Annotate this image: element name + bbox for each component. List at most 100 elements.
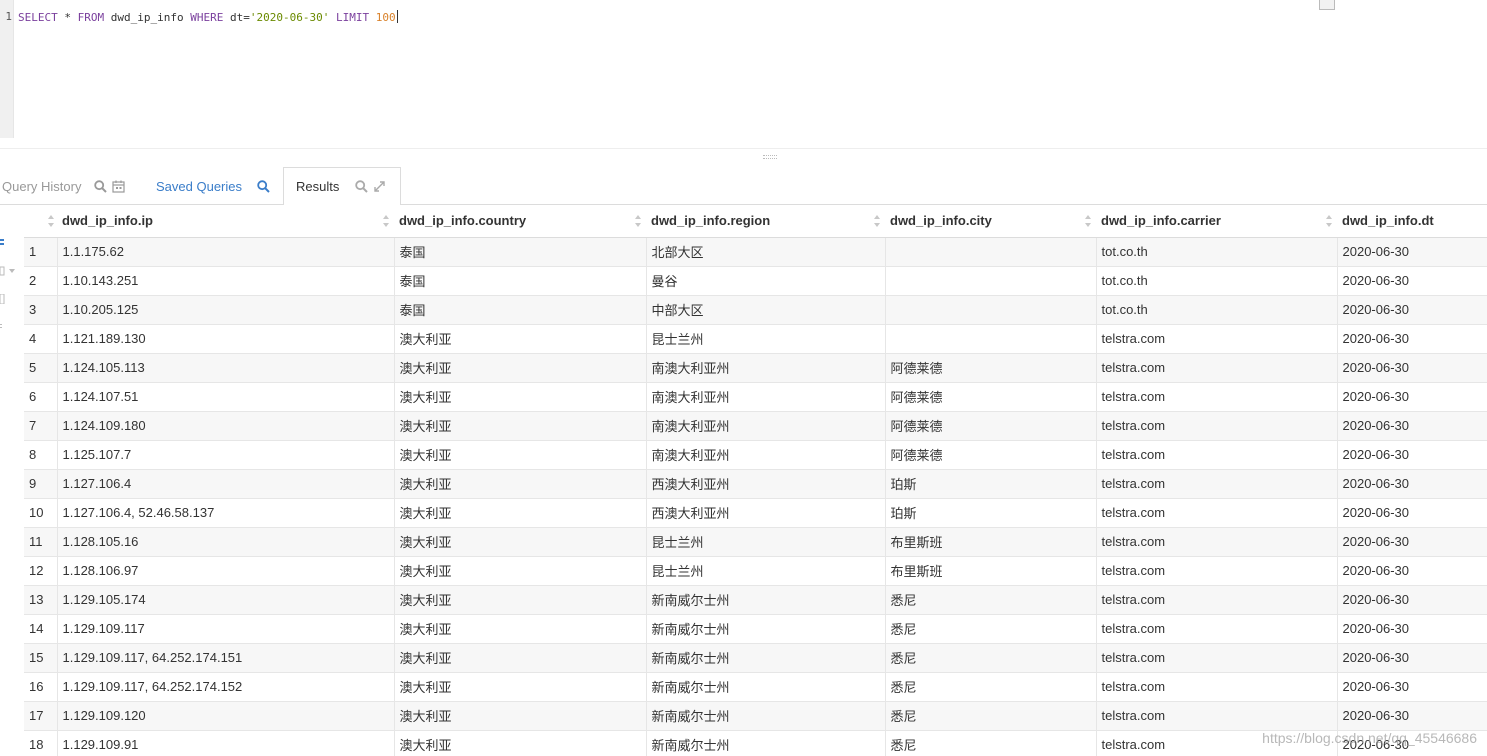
cell-region[interactable]: 新南威尔士州 (646, 672, 886, 702)
sort-icon[interactable] (1084, 214, 1092, 228)
cell-ip[interactable]: 1.124.105.113 (57, 353, 395, 383)
cell-ip[interactable]: 1.127.106.4 (57, 469, 395, 499)
sort-icon[interactable] (873, 214, 881, 228)
row-number-cell[interactable]: 7 (24, 411, 58, 441)
cell-carrier[interactable]: tot.co.th (1096, 237, 1338, 267)
cell-country[interactable]: 澳大利亚 (394, 469, 647, 499)
cell-city[interactable] (885, 266, 1097, 296)
resize-handle[interactable] (763, 155, 777, 159)
editor-corner-toggle[interactable] (1319, 0, 1335, 10)
row-number-cell[interactable]: 14 (24, 614, 58, 644)
row-number-cell[interactable]: 15 (24, 643, 58, 673)
cell-country[interactable]: 澳大利亚 (394, 527, 647, 557)
cell-region[interactable]: 新南威尔士州 (646, 585, 886, 615)
row-number-cell[interactable]: 3 (24, 295, 58, 325)
cell-carrier[interactable]: telstra.com (1096, 498, 1338, 528)
cell-country[interactable]: 泰国 (394, 266, 647, 296)
cell-city[interactable]: 悉尼 (885, 701, 1097, 731)
tab-results[interactable]: Results (283, 167, 401, 206)
row-number-cell[interactable]: 16 (24, 672, 58, 702)
cell-ip[interactable]: 1.129.109.117, 64.252.174.151 (57, 643, 395, 673)
cell-ip[interactable]: 1.124.109.180 (57, 411, 395, 441)
row-number-header[interactable] (24, 205, 57, 238)
table-row[interactable]: 10 1.127.106.4, 52.46.58.137 澳大利亚 西澳大利亚州 珀斯 t… (24, 498, 1487, 528)
sort-icon[interactable] (382, 214, 390, 228)
cell-carrier[interactable]: telstra.com (1096, 701, 1338, 731)
cell-carrier[interactable]: telstra.com (1096, 556, 1338, 586)
cell-city[interactable]: 悉尼 (885, 643, 1097, 673)
cell-ip[interactable]: 1.10.205.125 (57, 295, 395, 325)
table-row[interactable]: 4 1.121.189.130 澳大利亚 昆士兰州 telstra.com 2020-06… (24, 324, 1487, 354)
cell-dt[interactable]: 2020-06-30 (1337, 295, 1487, 325)
cell-region[interactable]: 昆士兰州 (646, 556, 886, 586)
sql-editor[interactable]: 1 SELECT * FROM dwd_ip_info WHERE dt='20… (0, 0, 1487, 148)
cell-region[interactable]: 新南威尔士州 (646, 643, 886, 673)
cell-country[interactable]: 澳大利亚 (394, 353, 647, 383)
cell-ip[interactable]: 1.1.175.62 (57, 237, 395, 267)
table-row[interactable]: 2 1.10.143.251 泰国 曼谷 tot.co.th 2020-06-30 (24, 266, 1487, 296)
row-number-cell[interactable]: 2 (24, 266, 58, 296)
cell-country[interactable]: 澳大利亚 (394, 498, 647, 528)
cell-dt[interactable]: 2020-06-30 (1337, 440, 1487, 470)
cell-dt[interactable]: 2020-06-30 (1337, 527, 1487, 557)
row-number-cell[interactable]: 6 (24, 382, 58, 412)
cell-country[interactable]: 澳大利亚 (394, 440, 647, 470)
cell-carrier[interactable]: telstra.com (1096, 585, 1338, 615)
cell-country[interactable]: 澳大利亚 (394, 614, 647, 644)
cell-country[interactable]: 澳大利亚 (394, 556, 647, 586)
table-row[interactable]: 3 1.10.205.125 泰国 中部大区 tot.co.th 2020-06-30 (24, 295, 1487, 325)
expand-icon[interactable] (372, 180, 386, 194)
cell-ip[interactable]: 1.10.143.251 (57, 266, 395, 296)
table-row[interactable]: 16 1.129.109.117, 64.252.174.152 澳大利亚 新南威尔士… (24, 672, 1487, 702)
cell-country[interactable]: 澳大利亚 (394, 585, 647, 615)
columns-icon[interactable] (0, 292, 8, 305)
cell-region[interactable]: 南澳大利亚州 (646, 440, 886, 470)
row-number-cell[interactable]: 13 (24, 585, 58, 615)
cell-dt[interactable]: 2020-06-30 (1337, 614, 1487, 644)
column-header-dt[interactable]: dwd_ip_info.dt (1337, 205, 1487, 238)
table-row[interactable]: 14 1.129.109.117 澳大利亚 新南威尔士州 悉尼 telstra.com 20… (24, 614, 1487, 644)
cell-region[interactable]: 南澳大利亚州 (646, 382, 886, 412)
cell-dt[interactable]: 2020-06-30 (1337, 672, 1487, 702)
cell-carrier[interactable]: telstra.com (1096, 382, 1338, 412)
cell-region[interactable]: 新南威尔士州 (646, 701, 886, 731)
cell-dt[interactable]: 2020-06-30 (1337, 324, 1487, 354)
cell-dt[interactable]: 2020-06-30 (1337, 469, 1487, 499)
column-header-ip[interactable]: dwd_ip_info.ip (57, 205, 394, 238)
cell-city[interactable] (885, 295, 1097, 325)
search-icon[interactable] (256, 179, 270, 193)
tab-saved-queries[interactable]: Saved Queries (156, 167, 274, 205)
cell-city[interactable]: 阿德莱德 (885, 411, 1097, 441)
row-number-cell[interactable]: 10 (24, 498, 58, 528)
row-number-cell[interactable]: 11 (24, 527, 58, 557)
cell-region[interactable]: 中部大区 (646, 295, 886, 325)
cell-country[interactable]: 澳大利亚 (394, 730, 647, 756)
cell-country[interactable]: 澳大利亚 (394, 411, 647, 441)
cell-city[interactable]: 悉尼 (885, 585, 1097, 615)
calendar-icon[interactable] (111, 179, 125, 193)
cell-country[interactable]: 澳大利亚 (394, 672, 647, 702)
table-row[interactable]: 1 1.1.175.62 泰国 北部大区 tot.co.th 2020-06-30 (24, 237, 1487, 267)
cell-ip[interactable]: 1.127.106.4, 52.46.58.137 (57, 498, 395, 528)
cell-city[interactable] (885, 324, 1097, 354)
row-number-cell[interactable]: 1 (24, 237, 58, 267)
cell-ip[interactable]: 1.128.105.16 (57, 527, 395, 557)
cell-ip[interactable]: 1.129.109.120 (57, 701, 395, 731)
table-row[interactable]: 6 1.124.107.51 澳大利亚 南澳大利亚州 阿德莱德 telstra.com 20… (24, 382, 1487, 412)
cell-region[interactable]: 北部大区 (646, 237, 886, 267)
search-icon[interactable] (93, 179, 107, 193)
cell-ip[interactable]: 1.129.109.117, 64.252.174.152 (57, 672, 395, 702)
table-row[interactable]: 8 1.125.107.7 澳大利亚 南澳大利亚州 阿德莱德 telstra.com 202… (24, 440, 1487, 470)
cell-dt[interactable]: 2020-06-30 (1337, 701, 1487, 731)
cell-ip[interactable]: 1.129.105.174 (57, 585, 395, 615)
column-header-carrier[interactable]: dwd_ip_info.carrier (1096, 205, 1337, 238)
table-row[interactable]: 7 1.124.109.180 澳大利亚 南澳大利亚州 阿德莱德 telstra.com 2… (24, 411, 1487, 441)
cell-region[interactable]: 西澳大利亚州 (646, 498, 886, 528)
search-icon[interactable] (354, 180, 368, 194)
cell-carrier[interactable]: tot.co.th (1096, 266, 1338, 296)
cell-dt[interactable]: 2020-06-30 (1337, 411, 1487, 441)
cell-city[interactable]: 悉尼 (885, 672, 1097, 702)
cell-ip[interactable]: 1.124.107.51 (57, 382, 395, 412)
sort-icon[interactable] (1325, 214, 1333, 228)
cell-region[interactable]: 昆士兰州 (646, 527, 886, 557)
